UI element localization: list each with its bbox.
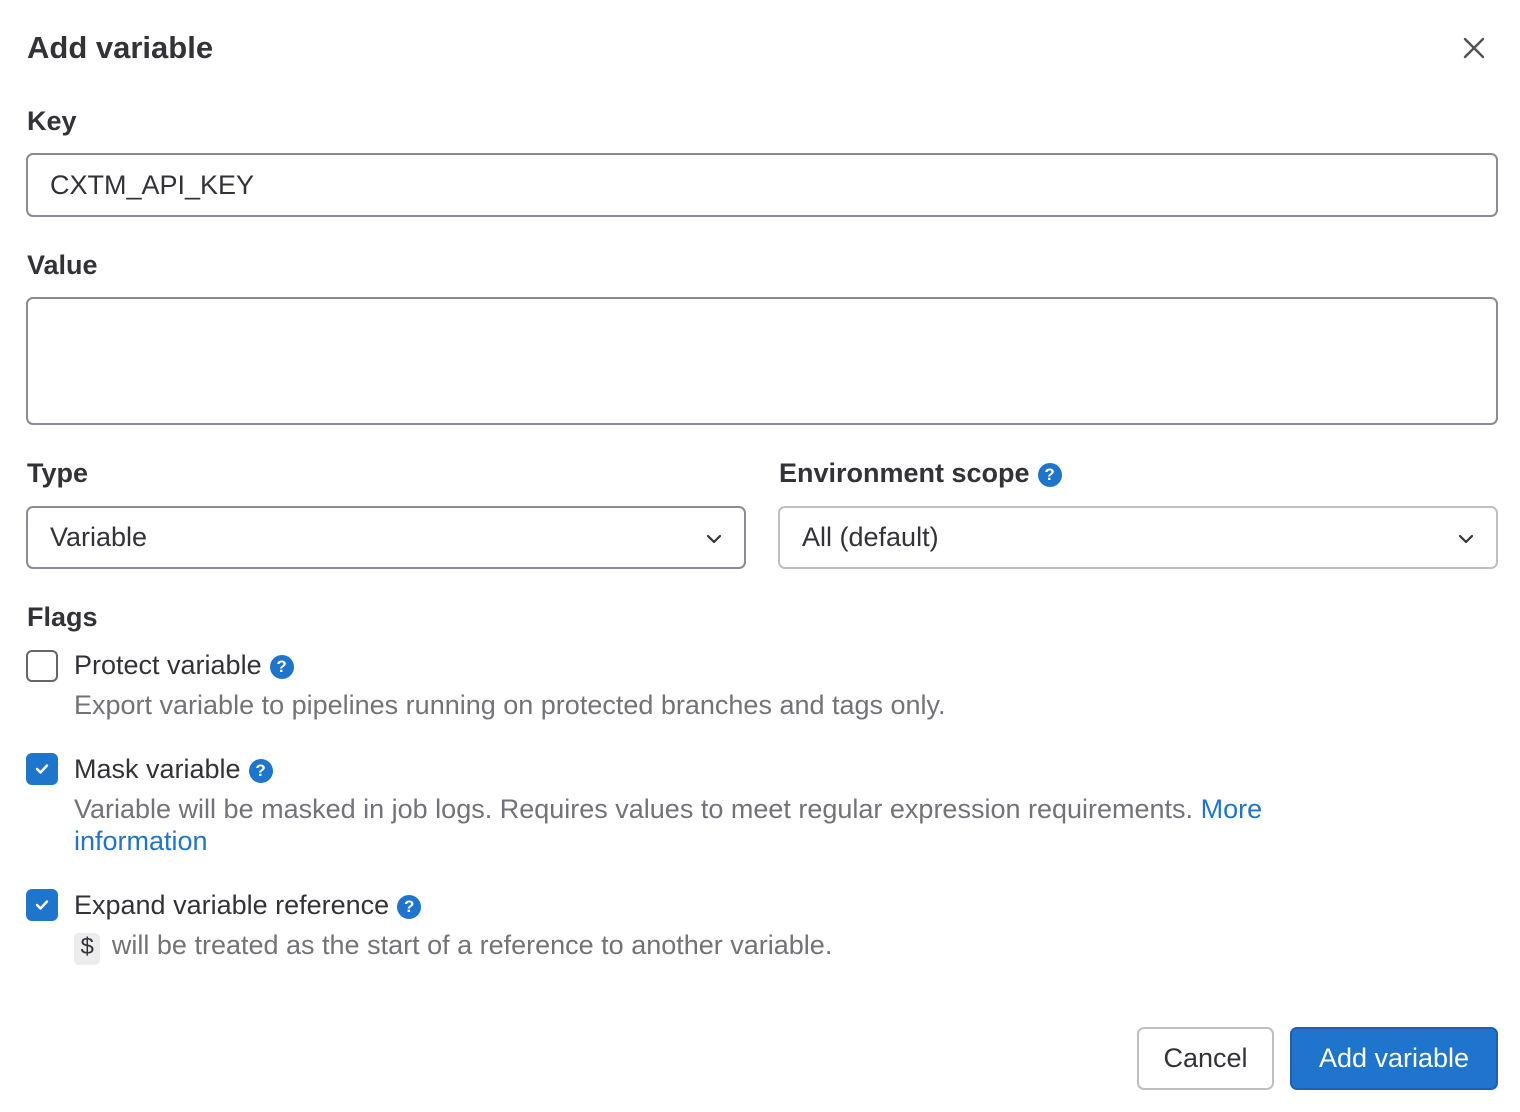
help-icon[interactable]: ?: [1037, 462, 1062, 487]
expand-variable-reference-label-text: Expand variable reference: [74, 890, 390, 920]
cancel-button[interactable]: Cancel: [1137, 1027, 1274, 1090]
protect-variable-help: Export variable to pipelines running on …: [74, 690, 946, 720]
environment-scope-label: Environment scope?: [779, 458, 1062, 489]
type-selected-value: Variable: [50, 522, 148, 552]
flags-label: Flags: [27, 602, 98, 632]
type-label: Type: [27, 458, 89, 488]
type-select[interactable]: Variable: [26, 506, 746, 569]
value-label: Value: [27, 250, 98, 280]
key-label: Key: [27, 106, 77, 136]
key-input[interactable]: CXTM_API_KEY: [26, 153, 1498, 217]
value-textarea[interactable]: [26, 297, 1498, 425]
dollar-code: $: [74, 933, 101, 965]
mask-variable-label: Mask variable?: [74, 754, 273, 785]
expand-variable-reference-help: $ will be treated as the start of a refe…: [74, 929, 1374, 965]
close-icon[interactable]: [1456, 30, 1492, 66]
mask-variable-label-text: Mask variable: [74, 754, 241, 784]
expand-variable-reference-help-text: will be treated as the start of a refere…: [111, 930, 833, 960]
help-icon[interactable]: ?: [248, 758, 273, 783]
add-variable-button[interactable]: Add variable: [1290, 1027, 1498, 1090]
chevron-down-icon: [1458, 534, 1474, 544]
mask-variable-help: Variable will be masked in job logs. Req…: [74, 793, 1364, 857]
environment-scope-label-text: Environment scope: [779, 458, 1030, 488]
protect-variable-label: Protect variable?: [74, 650, 294, 681]
chevron-down-icon: [706, 534, 722, 544]
help-icon[interactable]: ?: [269, 654, 294, 679]
expand-variable-reference-checkbox[interactable]: [26, 889, 58, 921]
protect-variable-checkbox[interactable]: [26, 650, 58, 682]
modal-title: Add variable: [27, 30, 214, 65]
checkmark-icon: [35, 764, 49, 774]
mask-variable-help-text: Variable will be masked in job logs. Req…: [74, 794, 1194, 824]
expand-variable-reference-label: Expand variable reference?: [74, 890, 422, 921]
checkmark-icon: [35, 900, 49, 910]
environment-scope-select[interactable]: All (default): [778, 506, 1498, 569]
protect-variable-label-text: Protect variable: [74, 650, 262, 680]
mask-variable-checkbox[interactable]: [26, 753, 58, 785]
environment-scope-selected-value: All (default): [802, 522, 939, 552]
help-icon[interactable]: ?: [397, 894, 422, 919]
add-variable-modal: Add variable Key CXTM_API_KEY Value Type…: [0, 0, 1520, 1112]
